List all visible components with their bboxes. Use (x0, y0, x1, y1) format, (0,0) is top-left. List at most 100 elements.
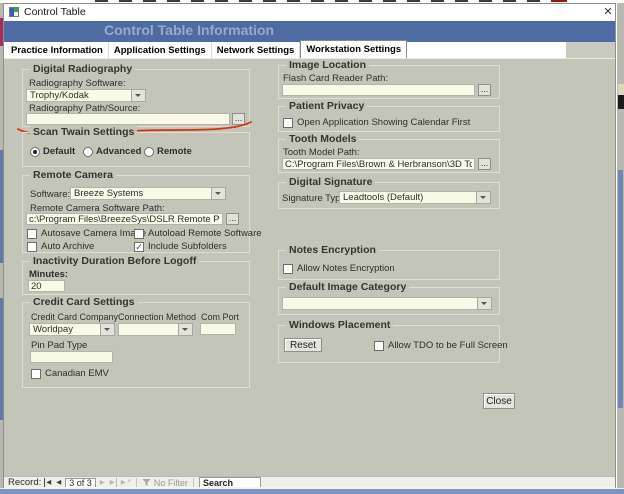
com-port-input[interactable] (200, 323, 236, 335)
tab-workstation-settings[interactable]: Workstation Settings (300, 40, 407, 58)
dropdown-arrow-icon[interactable] (100, 323, 115, 336)
group-title: Credit Card Settings (30, 296, 138, 309)
tooth-model-path-browse-button[interactable]: ... (478, 158, 491, 170)
close-button[interactable]: Close (483, 393, 515, 409)
background-red-fragment (551, 0, 567, 2)
reset-button[interactable]: Reset (284, 338, 322, 352)
group-inactivity-duration: Inactivity Duration Before Logoff Minute… (22, 261, 250, 295)
allow-notes-encryption-checkbox[interactable]: Allow Notes Encryption (283, 263, 395, 274)
minutes-label: Minutes: (29, 269, 68, 280)
dropdown-arrow-icon[interactable] (211, 187, 226, 200)
radio-selected-icon[interactable] (30, 147, 40, 157)
radio-icon[interactable] (144, 147, 154, 157)
checkbox-icon[interactable] (27, 242, 37, 252)
group-default-image-category: Default Image Category (278, 287, 500, 315)
camera-path-input[interactable] (26, 213, 223, 225)
connection-method-label: Connection Method (118, 312, 196, 322)
background-right-tan-patch (618, 84, 624, 95)
credit-card-company-label: Credit Card Company (31, 312, 118, 322)
auto-archive-checkbox[interactable]: Auto Archive (27, 241, 94, 252)
dropdown-arrow-icon[interactable] (477, 297, 492, 310)
credit-card-company-dropdown[interactable]: Worldpay (29, 323, 115, 336)
checkbox-icon[interactable] (31, 369, 41, 379)
checkbox-icon[interactable] (134, 229, 144, 239)
minutes-input[interactable] (28, 280, 65, 292)
last-record-icon[interactable]: ▶ (109, 478, 117, 488)
tab-practice-information[interactable]: Practice Information (6, 42, 109, 58)
radio-advanced[interactable]: Advanced (83, 146, 141, 157)
default-image-category-dropdown[interactable] (282, 297, 492, 310)
group-title: Tooth Models (286, 133, 359, 146)
open-calendar-first-checkbox[interactable]: Open Application Showing Calendar First (283, 117, 470, 128)
flash-card-reader-path-label: Flash Card Reader Path: (283, 73, 388, 84)
group-title: Digital Radiography (30, 63, 135, 76)
form-header: Control Table Information (4, 21, 615, 42)
control-table-window: Control Table ✕ Control Table Informatio… (3, 3, 616, 488)
pin-pad-type-input[interactable] (30, 351, 113, 363)
checkbox-checked-icon[interactable]: ✓ (134, 242, 144, 252)
connection-method-dropdown[interactable] (118, 323, 193, 336)
checkbox-icon[interactable] (283, 118, 293, 128)
pin-pad-type-label: Pin Pad Type (31, 340, 87, 351)
group-notes-encryption: Notes Encryption Allow Notes Encryption (278, 250, 500, 280)
tab-network-settings[interactable]: Network Settings (212, 42, 301, 58)
no-filter-label[interactable]: No Filter (154, 478, 188, 488)
new-record-star-icon: * (128, 478, 131, 487)
group-patient-privacy: Patient Privacy Open Application Showing… (278, 106, 500, 132)
group-windows-placement: Windows Placement Reset Allow TDO to be … (278, 325, 500, 363)
tooth-model-path-label: Tooth Model Path: (283, 147, 360, 158)
record-position-field[interactable]: 3 of 3 (65, 478, 96, 488)
group-title: Digital Signature (286, 176, 375, 189)
checkbox-icon[interactable] (283, 264, 293, 274)
group-title: Scan Twain Settings (30, 126, 137, 139)
previous-record-icon[interactable]: ◀ (55, 478, 62, 488)
group-image-location: Image Location Flash Card Reader Path: .… (278, 65, 500, 99)
canadian-emv-checkbox[interactable]: Canadian EMV (31, 368, 109, 379)
radiography-software-dropdown[interactable]: Trophy/Kodak (26, 89, 146, 102)
camera-software-label: Software: (30, 189, 70, 200)
flash-card-reader-path-input[interactable] (282, 84, 475, 96)
tooth-model-path-input[interactable] (282, 158, 475, 170)
radio-icon[interactable] (83, 147, 93, 157)
tab-application-settings[interactable]: Application Settings (109, 42, 212, 58)
new-record-icon[interactable]: ▶ (120, 478, 127, 488)
checkbox-icon[interactable] (27, 229, 37, 239)
radiography-software-label: Radiography Software: (29, 78, 126, 89)
group-title: Remote Camera (30, 169, 116, 182)
dropdown-arrow-icon[interactable] (178, 323, 193, 336)
group-title: Notes Encryption (286, 244, 379, 257)
filter-funnel-icon[interactable] (142, 478, 151, 487)
autoload-remote-software-checkbox[interactable]: Autoload Remote Software (134, 228, 262, 239)
group-title: Windows Placement (286, 319, 393, 332)
checkbox-icon[interactable] (374, 341, 384, 351)
radio-remote[interactable]: Remote (144, 146, 192, 157)
page-title: Control Table Information (104, 22, 274, 38)
camera-software-dropdown[interactable]: Breeze Systems (70, 187, 226, 200)
background-cropped-text (95, 0, 540, 2)
group-title: Image Location (286, 59, 369, 72)
divider (136, 478, 137, 488)
group-remote-camera: Remote Camera Software: Breeze Systems R… (22, 175, 250, 253)
background-right-blue-strip (618, 170, 623, 408)
tab-strip: Practice Information Application Setting… (4, 42, 615, 58)
signature-type-dropdown[interactable]: Leadtools (Default) (339, 191, 491, 204)
include-subfolders-checkbox[interactable]: ✓ Include Subfolders (134, 241, 227, 252)
first-record-icon[interactable]: ◀ (44, 478, 52, 488)
close-icon[interactable]: ✕ (601, 5, 615, 19)
autosave-camera-image-checkbox[interactable]: Autosave Camera Image (27, 228, 146, 239)
group-tooth-models: Tooth Models Tooth Model Path: ... (278, 139, 500, 173)
next-record-icon[interactable]: ▶ (99, 478, 106, 488)
background-right-black-patch (618, 95, 624, 109)
divider (193, 478, 194, 488)
form-icon (9, 7, 19, 17)
group-scan-twain-settings: Scan Twain Settings Default Advanced Rem… (22, 132, 250, 167)
radio-default[interactable]: Default (30, 146, 75, 157)
dropdown-arrow-icon[interactable] (131, 89, 146, 102)
window-titlebar[interactable]: Control Table ✕ (4, 4, 615, 21)
dropdown-arrow-icon[interactable] (476, 191, 491, 204)
camera-path-browse-button[interactable]: ... (226, 213, 239, 225)
com-port-label: Com Port (201, 312, 239, 322)
flash-card-path-browse-button[interactable]: ... (478, 84, 491, 96)
group-title: Default Image Category (286, 281, 409, 294)
allow-tdo-full-screen-checkbox[interactable]: Allow TDO to be Full Screen (374, 340, 508, 351)
